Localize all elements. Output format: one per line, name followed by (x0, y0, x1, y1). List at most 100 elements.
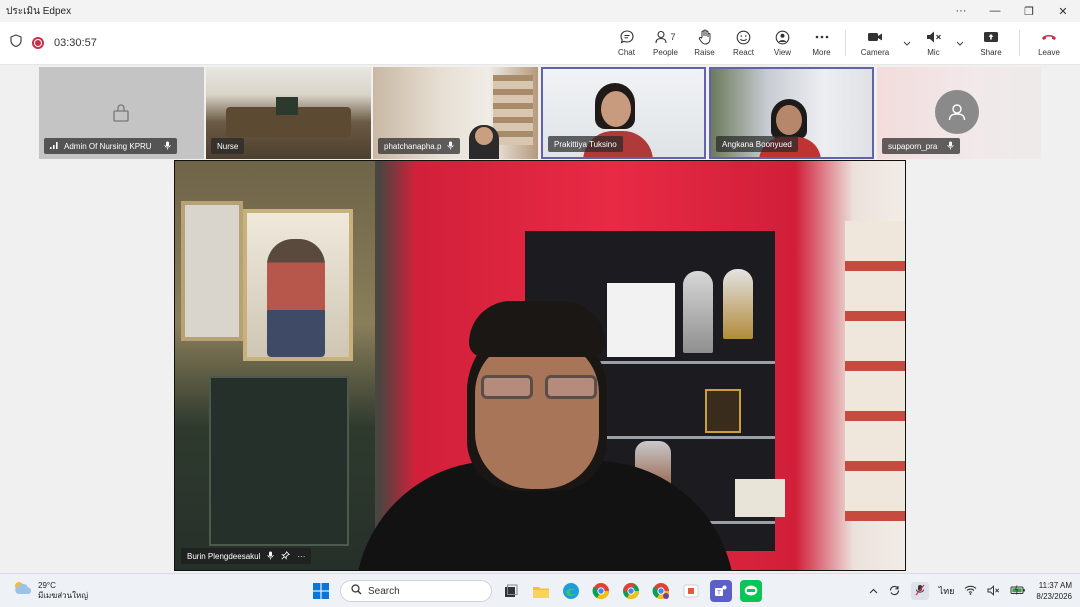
participant-name: supaporn_pra (888, 141, 938, 151)
main-speaker-video[interactable]: Burin Plengdeesakul ··· (174, 160, 906, 571)
chrome-profile-icon[interactable] (620, 580, 642, 602)
camera-button[interactable]: Camera (850, 22, 900, 65)
window-title: ประเมิน Edpex (6, 5, 72, 17)
search-placeholder: Search (368, 585, 400, 597)
chat-label: Chat (618, 48, 635, 57)
wifi-icon[interactable] (964, 585, 977, 597)
chat-button[interactable]: Chat (607, 22, 646, 65)
mic-button[interactable]: Mic (914, 22, 953, 65)
participant-tile[interactable]: Admin Of Nursing KPRU (39, 67, 204, 159)
participant-tile[interactable]: phatchanapha.p (373, 67, 538, 159)
video-feed (607, 283, 675, 357)
teams-app-icon[interactable]: T (710, 580, 732, 602)
participant-tile[interactable]: supaporn_pra (877, 67, 1041, 159)
video-feed (845, 221, 905, 521)
chrome-browser-icon[interactable] (590, 580, 612, 602)
participant-namebar: Angkana Boonyued (716, 136, 798, 152)
camera-icon (867, 29, 883, 45)
participant-tile[interactable]: Nurse (206, 67, 371, 159)
video-feed (276, 97, 298, 115)
line-app-icon[interactable] (740, 580, 762, 602)
view-icon (775, 29, 790, 45)
video-feed (545, 375, 597, 399)
weather-desc: มีเมฆส่วนใหญ่ (38, 590, 89, 600)
participant-namebar: Prakittiya Tuksino (548, 136, 623, 152)
chevron-up-icon[interactable] (869, 586, 878, 596)
more-button[interactable]: More (802, 22, 841, 65)
view-button[interactable]: View (763, 22, 802, 65)
windows-taskbar: 29°C มีเมฆส่วนใหญ่ Search T ไทย 11:37 AM… (0, 573, 1080, 607)
clock-time: 11:37 AM (1038, 581, 1072, 590)
people-count: 7 (670, 32, 676, 42)
volume-muted-icon[interactable] (987, 584, 1000, 598)
file-explorer-icon[interactable] (530, 580, 552, 602)
participant-name: Prakittiya Tuksino (554, 139, 617, 149)
sync-icon[interactable] (888, 584, 901, 599)
video-feed (601, 91, 631, 127)
mic-label: Mic (927, 48, 940, 57)
taskbar-search-input[interactable]: Search (340, 580, 492, 602)
speaker-more-button[interactable]: ··· (297, 552, 305, 561)
windows-start-icon[interactable] (310, 580, 332, 602)
svg-text:T: T (717, 589, 721, 596)
participant-name: Angkana Boonyued (722, 139, 792, 149)
leave-button[interactable]: Leave (1024, 22, 1074, 65)
shield-icon[interactable] (10, 34, 22, 52)
weather-widget[interactable]: 29°C มีเมฆส่วนใหญ่ (0, 580, 300, 601)
mic-muted-icon (947, 141, 954, 152)
video-feed (723, 269, 753, 339)
video-feed (683, 271, 713, 353)
react-button[interactable]: React (724, 22, 763, 65)
speaker-muted-icon (926, 29, 942, 45)
participant-tile-active[interactable]: Prakittiya Tuksino (541, 67, 706, 159)
video-feed (735, 479, 785, 517)
search-icon (351, 584, 362, 598)
toolbar-divider (845, 30, 846, 56)
signal-icon (50, 141, 58, 151)
people-button[interactable]: 7 People (646, 22, 685, 65)
camera-options-chevron-down-icon[interactable] (900, 22, 914, 65)
video-feed (705, 389, 741, 433)
meeting-timer: 03:30:57 (54, 37, 97, 49)
clock-date: 8/23/2026 (1036, 592, 1072, 601)
mic-muted-icon (447, 141, 454, 152)
speaker-namebar: Burin Plengdeesakul ··· (181, 548, 312, 564)
chrome-profile-icon[interactable] (650, 580, 672, 602)
taskbar-apps: Search T (310, 574, 762, 607)
mic-muted-tray-icon[interactable] (910, 582, 929, 600)
avatar (935, 90, 979, 134)
speaker-name: Burin Plengdeesakul (187, 551, 261, 561)
video-feed (469, 301, 605, 357)
minimize-button[interactable]: — (978, 0, 1012, 22)
share-icon (983, 29, 999, 45)
pin-icon[interactable] (281, 550, 291, 562)
video-feed (475, 339, 599, 489)
people-icon: 7 (655, 29, 676, 45)
mic-options-chevron-down-icon[interactable] (953, 22, 967, 65)
mic-icon (267, 551, 274, 562)
raise-hand-button[interactable]: Raise (685, 22, 724, 65)
taskbar-clock[interactable]: 11:37 AM 8/23/2026 (1036, 580, 1072, 602)
video-feed (493, 75, 533, 145)
media-app-icon[interactable] (680, 580, 702, 602)
restore-button[interactable]: ❐ (1012, 0, 1046, 22)
react-label: React (733, 48, 754, 57)
mic-muted-icon (163, 141, 171, 152)
participant-tile-active[interactable]: Angkana Boonyued (709, 67, 874, 159)
phone-hangup-icon (1041, 29, 1057, 45)
task-view-icon[interactable] (500, 580, 522, 602)
weather-temp: 29°C (38, 580, 56, 590)
participant-name: phatchanapha.p (384, 141, 442, 151)
hand-icon (698, 29, 712, 45)
raise-label: Raise (694, 48, 715, 57)
window-more-button[interactable]: ··· (944, 0, 978, 22)
user-icon (111, 103, 131, 128)
close-button[interactable]: ✕ (1046, 0, 1080, 22)
battery-icon[interactable] (1010, 585, 1026, 597)
cloud-sun-icon (12, 580, 32, 601)
input-language[interactable]: ไทย (939, 584, 955, 598)
more-label: More (812, 48, 831, 57)
share-button[interactable]: Share (967, 22, 1015, 65)
edge-browser-icon[interactable] (560, 580, 582, 602)
camera-label: Camera (860, 48, 890, 57)
